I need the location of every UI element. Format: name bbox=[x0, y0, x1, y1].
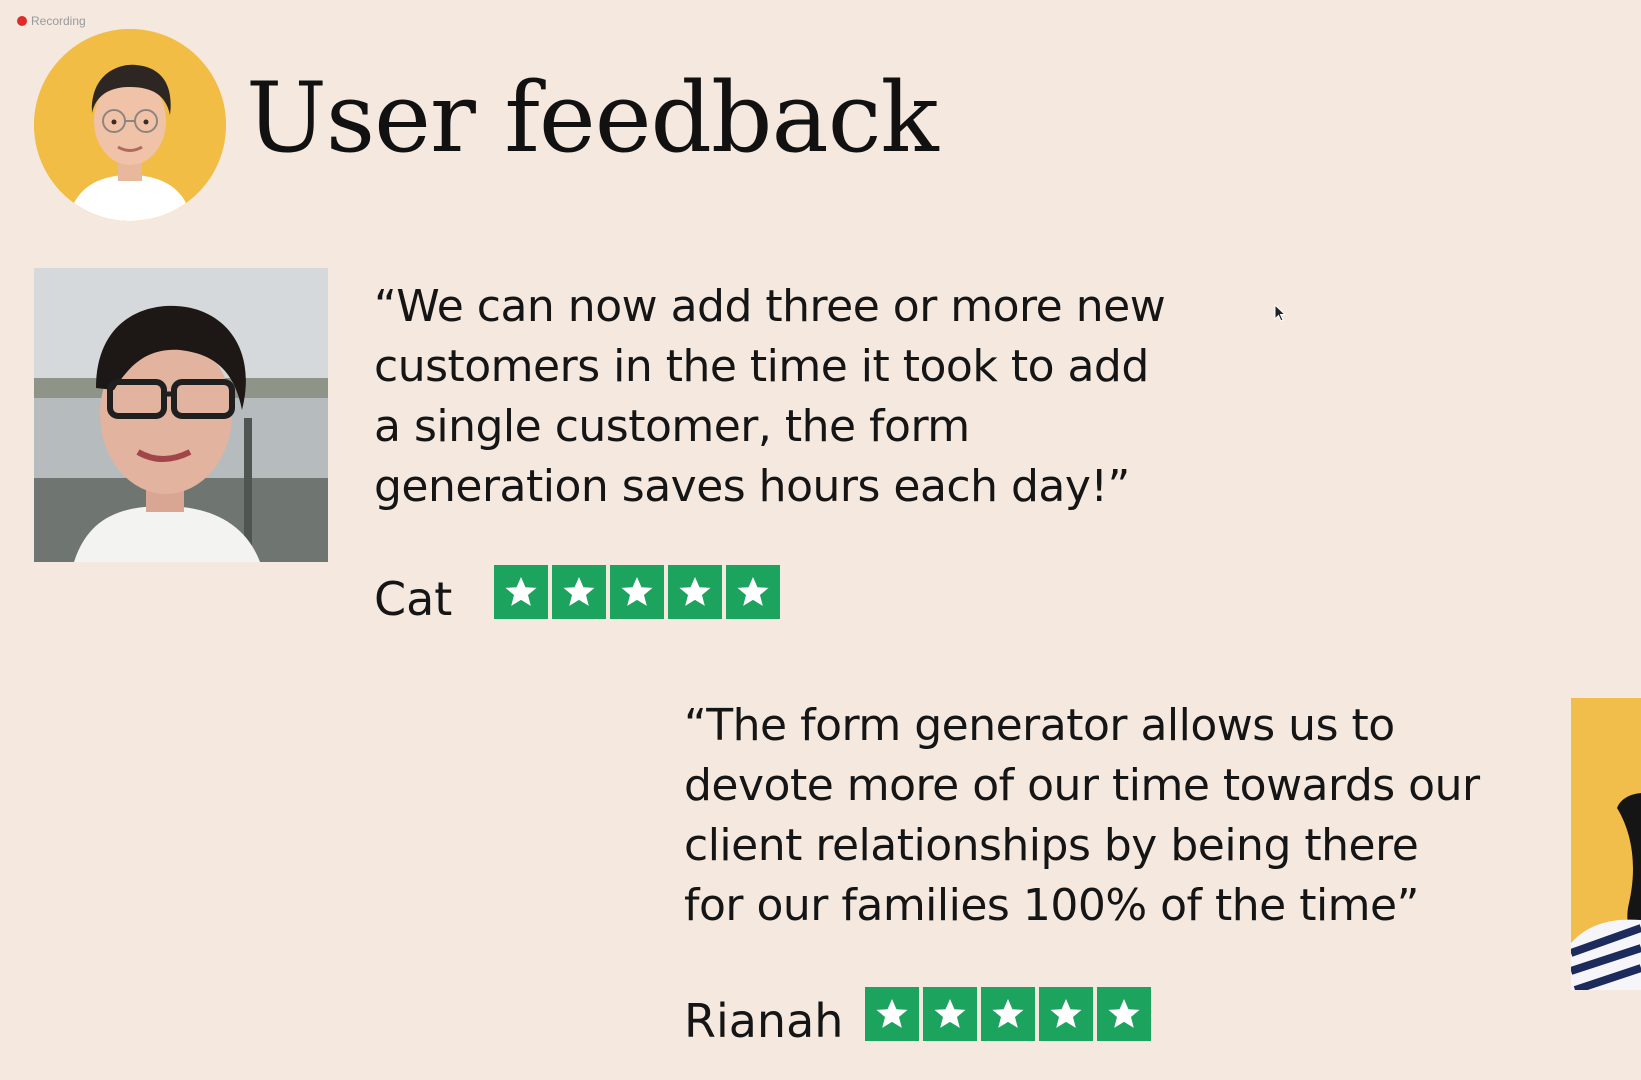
reviewer-portrait bbox=[1571, 698, 1641, 990]
star-icon bbox=[1097, 987, 1152, 1041]
recording-indicator: Recording bbox=[17, 14, 86, 28]
reviewer-cat: Cat bbox=[374, 565, 781, 627]
star-icon bbox=[1039, 987, 1094, 1041]
star-icon bbox=[865, 987, 920, 1041]
reviewer-name-cat: Cat bbox=[374, 572, 453, 626]
reviewer-rianah: Rianah bbox=[684, 987, 1152, 1049]
reviewer-name-rianah: Rianah bbox=[684, 994, 844, 1048]
reviewer-photo-cat bbox=[34, 268, 328, 562]
presenter-portrait bbox=[34, 29, 226, 221]
reviewer-photo-rianah bbox=[1571, 698, 1641, 990]
star-rating-rianah bbox=[865, 987, 1152, 1041]
star-icon bbox=[494, 565, 549, 619]
star-icon bbox=[726, 565, 781, 619]
testimonial-quote-rianah: “The form generator allows us to devote … bbox=[684, 700, 1480, 931]
mouse-pointer-icon bbox=[1274, 304, 1286, 322]
testimonial-quote-cat: “We can now add three or more new custom… bbox=[374, 281, 1166, 512]
page-title: User feedback bbox=[246, 62, 939, 174]
recording-dot-icon bbox=[17, 16, 27, 26]
star-icon bbox=[923, 987, 978, 1041]
presenter-avatar bbox=[34, 29, 226, 221]
reviewer-portrait bbox=[34, 268, 328, 562]
star-icon bbox=[610, 565, 665, 619]
star-icon bbox=[668, 565, 723, 619]
star-icon bbox=[981, 987, 1036, 1041]
star-rating-cat bbox=[494, 565, 781, 619]
star-icon bbox=[552, 565, 607, 619]
recording-label: Recording bbox=[31, 14, 86, 28]
